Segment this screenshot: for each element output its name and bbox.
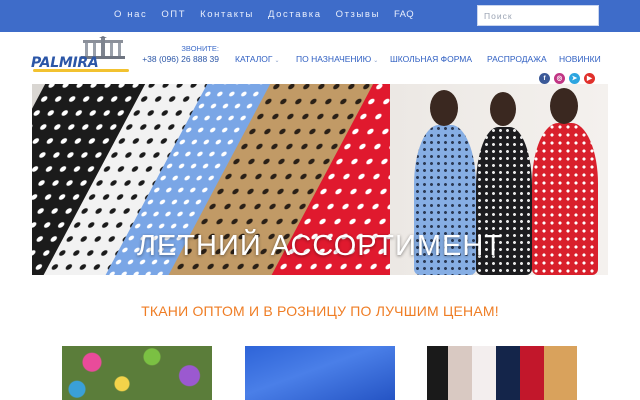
instagram-icon[interactable]: ◎ (554, 73, 565, 84)
top-nav: О нас ОПТ Контакты Доставка Отзывы FAQ (114, 9, 428, 20)
site-logo[interactable]: PALMIRA (31, 36, 136, 72)
call-label: ЗВОНИТЕ: (181, 44, 219, 53)
menu-by-purpose-label: ПО НАЗНАЧЕНИЮ (296, 54, 372, 64)
model-head (550, 88, 578, 124)
menu-by-purpose[interactable]: ПО НАЗНАЧЕНИЮ ⌄ (296, 54, 378, 64)
top-nav-about[interactable]: О нас (114, 9, 147, 20)
top-nav-reviews[interactable]: Отзывы (336, 9, 380, 20)
logo-swoosh (33, 69, 129, 72)
menu-catalog-label: КАТАЛОГ (235, 54, 273, 64)
model-head (430, 90, 458, 126)
top-nav-contacts[interactable]: Контакты (200, 9, 254, 20)
hero-banner[interactable]: ЛЕТНИЙ АССОРТИМЕНТ (32, 84, 608, 275)
call-block: ЗВОНИТЕ: +38 (096) 26 888 39 (141, 44, 219, 64)
top-nav-delivery[interactable]: Доставка (268, 9, 322, 20)
search-input[interactable] (478, 6, 598, 26)
page-tagline: ТКАНИ ОПТОМ И В РОЗНИЦУ ПО ЛУЧШИМ ЦЕНАМ! (141, 303, 499, 319)
search-box (477, 5, 599, 26)
telegram-icon[interactable]: ➤ (569, 73, 580, 84)
chevron-down-icon: ⌄ (274, 58, 280, 64)
banner-title: ЛЕТНИЙ АССОРТИМЕНТ (136, 230, 504, 262)
facebook-icon[interactable]: f (539, 73, 550, 84)
product-tile-multicolor[interactable] (427, 346, 577, 400)
product-tile-blue[interactable] (245, 346, 395, 400)
model-head (490, 92, 516, 126)
social-links: f ◎ ➤ ▶ (539, 73, 595, 84)
chevron-down-icon: ⌄ (373, 58, 379, 64)
top-nav-wholesale[interactable]: ОПТ (161, 9, 186, 20)
phone-number[interactable]: +38 (096) 26 888 39 (141, 54, 219, 64)
top-nav-faq[interactable]: FAQ (394, 9, 414, 20)
product-tile-floral[interactable] (62, 346, 212, 400)
menu-sale[interactable]: РАСПРОДАЖА (487, 54, 547, 64)
menu-school-uniform[interactable]: ШКОЛЬНАЯ ФОРМА (390, 54, 472, 64)
site-header: PALMIRA ЗВОНИТЕ: +38 (096) 26 888 39 КАТ… (0, 32, 640, 84)
menu-catalog[interactable]: КАТАЛОГ ⌄ (235, 54, 280, 64)
menu-new[interactable]: НОВИНКИ (559, 54, 601, 64)
youtube-icon[interactable]: ▶ (584, 73, 595, 84)
top-bar: О нас ОПТ Контакты Доставка Отзывы FAQ (0, 0, 640, 32)
